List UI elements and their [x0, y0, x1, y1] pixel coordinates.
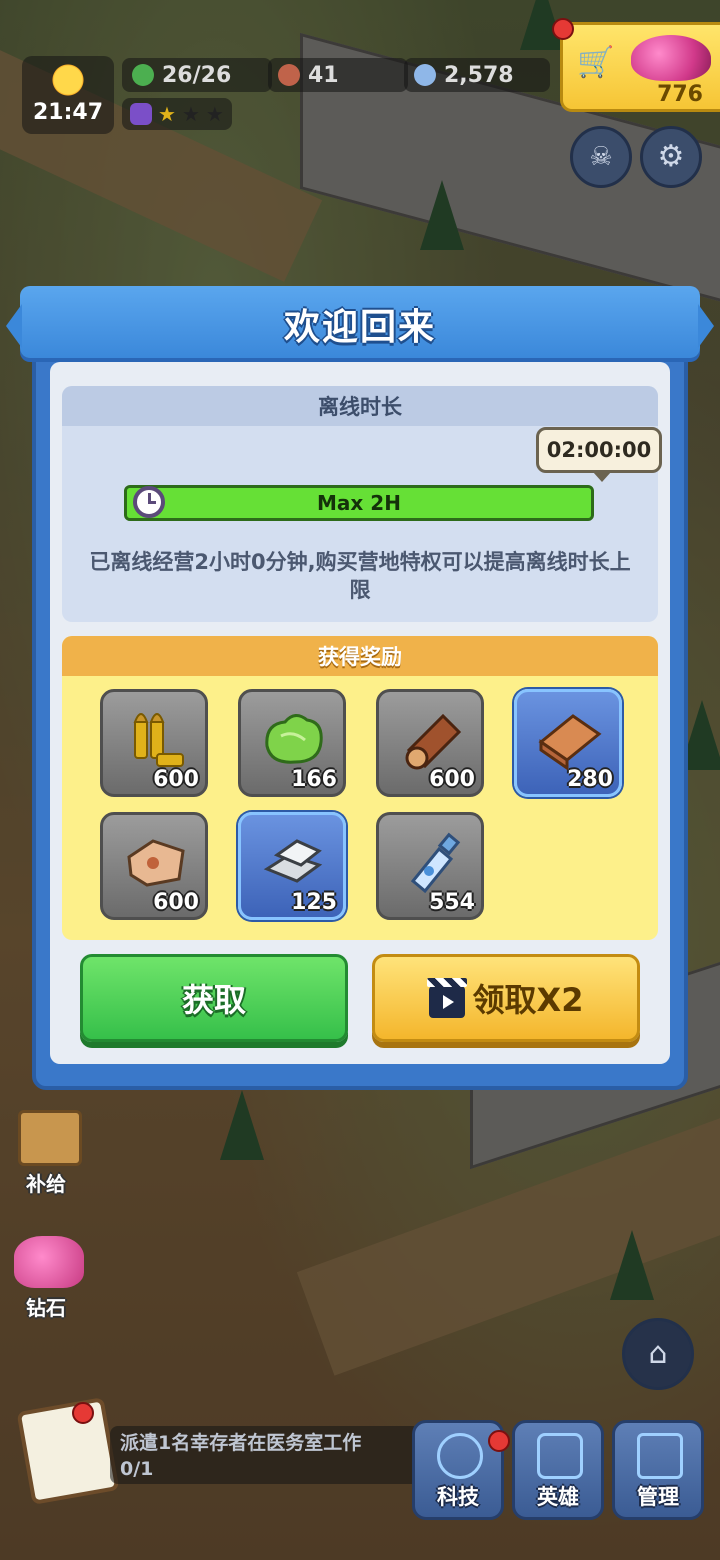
diamond-icon — [14, 1236, 84, 1288]
task-notification-dot — [72, 1402, 94, 1424]
dialog-title: 欢迎回来 — [283, 307, 436, 348]
meat-icon — [278, 64, 300, 86]
survivor-counter: 26/26 — [122, 58, 272, 92]
reward-count: 600 — [153, 890, 199, 915]
bullets-icon — [133, 713, 184, 767]
cart-icon: 🛒 — [577, 45, 615, 80]
diamond-label[interactable]: 钻石 — [26, 1292, 66, 1321]
video-ad-icon — [426, 978, 467, 1018]
gear-icon: ⚙ — [657, 139, 685, 174]
reward-item-iron-ingot[interactable]: 125 — [238, 812, 346, 920]
star-empty-icon: ★ — [205, 102, 224, 126]
offline-time-bubble: 02:00:00 — [536, 427, 662, 482]
clock-icon — [133, 486, 165, 518]
gem-shop-button[interactable]: 🛒 776 — [560, 22, 720, 112]
reward-item-water-bottle[interactable]: 554 — [376, 812, 484, 920]
survivor-icon — [132, 64, 154, 86]
warehouse-icon: ⌂ — [648, 1336, 668, 1371]
planks-icon — [538, 714, 602, 771]
nav-tech-label: 科技 — [437, 1485, 479, 1509]
task-text: 派遣1名幸存者在医务室工作 — [120, 1432, 362, 1454]
leather-icon — [127, 839, 185, 887]
dialog-title-ribbon: 欢迎回来 — [6, 286, 714, 358]
claim-button[interactable]: 获取 — [80, 954, 348, 1042]
nav-manage[interactable]: 管理 — [612, 1420, 704, 1520]
offline-duration-header: 离线时长 — [62, 386, 658, 426]
claim-button-label: 获取 — [181, 981, 246, 1019]
nav-heroes[interactable]: 英雄 — [512, 1420, 604, 1520]
task-progress: 0/1 — [120, 1458, 154, 1480]
offline-progress-label: Max 2H — [317, 491, 401, 515]
camp-rank[interactable]: ★ ★ ★ — [122, 98, 232, 130]
star-empty-icon: ★ — [181, 102, 200, 126]
supply-crate-icon — [18, 1110, 82, 1166]
skull-icon: ☠ — [589, 142, 613, 172]
reward-count: 125 — [291, 890, 337, 915]
tech-notification-dot — [488, 1430, 510, 1452]
reward-item-bullets[interactable]: 600 — [100, 689, 208, 797]
task-clipboard-icon[interactable] — [16, 1397, 120, 1505]
clock-time: 21:47 — [32, 100, 104, 125]
supply-label[interactable]: 补给 — [26, 1168, 66, 1197]
reward-count: 600 — [429, 767, 475, 792]
water-bottle-icon — [410, 832, 461, 894]
food-count: 41 — [308, 62, 339, 88]
skull-book-button[interactable]: ☠ — [570, 126, 632, 188]
water-bottle-icon — [414, 64, 436, 86]
reward-count: 554 — [429, 890, 475, 915]
reward-item-leather[interactable]: 600 — [100, 812, 208, 920]
claim-x2-label: 领取X2 — [472, 981, 584, 1019]
water-count: 2,578 — [444, 62, 514, 88]
reward-item-planks[interactable]: 280 — [514, 689, 622, 797]
notification-dot — [552, 18, 574, 40]
food-counter: 41 — [268, 58, 408, 92]
reward-item-lettuce[interactable]: 166 — [238, 689, 346, 797]
reward-item-log[interactable]: 600 — [376, 689, 484, 797]
nav-manage-label: 管理 — [637, 1485, 679, 1509]
reward-count: 600 — [153, 767, 199, 792]
rewards-header: 获得奖励 — [62, 636, 658, 676]
offline-description: 已离线经营2小时0分钟,购买营地特权可以提高离线时长上限 — [89, 550, 631, 602]
sun-icon — [50, 62, 86, 98]
water-counter: 2,578 — [404, 58, 550, 92]
task-banner[interactable]: 派遣1名幸存者在医务室工作 0/1 — [110, 1426, 420, 1484]
iron-ingot-icon — [263, 839, 323, 883]
survivor-count: 26/26 — [162, 62, 232, 88]
hero-card-icon — [537, 1433, 583, 1479]
gem-pile-icon — [631, 35, 711, 81]
log-icon — [405, 713, 462, 770]
rank-badge-icon — [130, 103, 152, 125]
nav-heroes-label: 英雄 — [537, 1485, 579, 1509]
reward-count: 166 — [291, 767, 337, 792]
settings-button[interactable]: ⚙ — [640, 126, 702, 188]
atom-icon — [437, 1433, 483, 1479]
reward-count: 280 — [567, 767, 613, 792]
day-clock: 21:47 — [22, 56, 114, 134]
gem-count: 776 — [657, 82, 703, 107]
castle-icon — [637, 1433, 683, 1479]
star-icon: ★ — [158, 102, 176, 126]
lettuce-icon — [265, 714, 323, 764]
offline-progress-bar: Max 2H — [124, 485, 594, 521]
claim-x2-button[interactable]: 领取X2 — [372, 954, 640, 1042]
warehouse-button[interactable]: ⌂ — [622, 1318, 694, 1390]
